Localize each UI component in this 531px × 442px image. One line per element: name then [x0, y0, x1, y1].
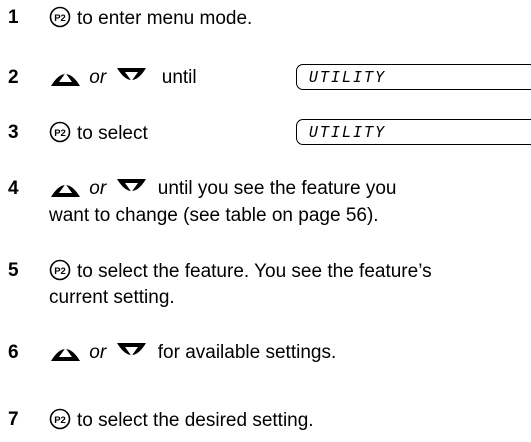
step-number: 3 — [8, 122, 19, 143]
p2-button-icon — [49, 408, 71, 430]
p2-button-icon — [49, 259, 71, 281]
down-arrow-button-icon — [115, 66, 148, 88]
step-number: 2 — [8, 67, 19, 88]
step-body: to select the feature. You see the featu… — [49, 259, 523, 310]
step-text-line2: want to change (see table on page 56). — [49, 205, 379, 226]
step-body: or until you see the feature you want to… — [49, 177, 523, 228]
display-text: UTILITY — [309, 68, 387, 86]
up-arrow-button-icon — [49, 177, 82, 199]
display-box: UTILITY — [296, 64, 531, 90]
step-text: to select — [77, 123, 148, 144]
step-text: to select the desired setting. — [77, 410, 314, 431]
step-text: for available settings. — [157, 342, 337, 363]
display-text: UTILITY — [309, 123, 387, 141]
up-arrow-button-icon — [49, 341, 82, 363]
step-number: 7 — [8, 409, 19, 430]
or-label: or — [89, 342, 107, 363]
up-arrow-button-icon — [49, 66, 82, 88]
step-number: 6 — [8, 342, 19, 363]
step-number: 1 — [8, 7, 19, 28]
down-arrow-button-icon — [115, 341, 148, 363]
step-body: to enter menu mode. — [49, 6, 523, 31]
step-number: 5 — [8, 260, 19, 281]
or-label: or — [89, 178, 107, 199]
step-body: or for available settings. — [49, 341, 523, 365]
step-number: 4 — [8, 178, 19, 199]
step-body: to select the desired setting. — [49, 408, 523, 433]
step-text-line1: to select the feature. You see the featu… — [77, 261, 432, 282]
down-arrow-button-icon — [115, 177, 148, 199]
display-box: UTILITY — [296, 119, 531, 145]
step-text: to enter menu mode. — [77, 8, 253, 29]
or-label: or — [89, 67, 107, 88]
step-text-line2: current setting. — [49, 287, 175, 308]
p2-button-icon — [49, 6, 71, 28]
p2-button-icon — [49, 121, 71, 143]
step-text-line1: until you see the feature you — [157, 178, 397, 199]
step-text: until — [161, 67, 197, 88]
